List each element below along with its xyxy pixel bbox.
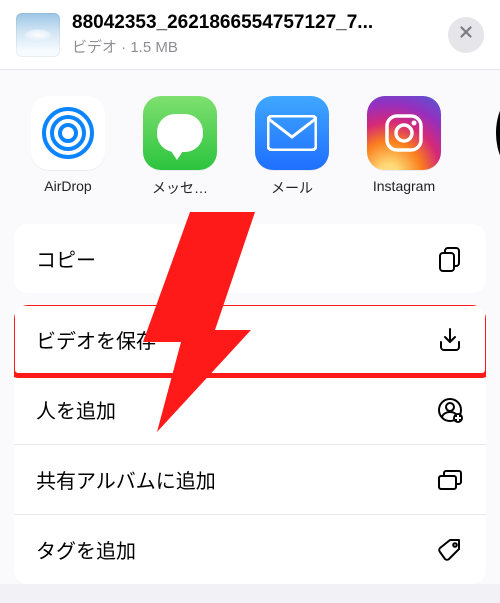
mail-icon xyxy=(255,96,329,170)
file-title: 88042353_2621866554757127_7... xyxy=(72,12,438,34)
app-messages[interactable]: メッセ… xyxy=(136,96,224,198)
app-overflow-icon xyxy=(496,96,500,170)
action-add-tags[interactable]: タグを追加 xyxy=(14,514,486,584)
messages-icon xyxy=(143,96,217,170)
close-button[interactable] xyxy=(448,17,484,53)
action-save-video[interactable]: ビデオを保存 xyxy=(14,305,486,374)
action-shared-album[interactable]: 共有アルバムに追加 xyxy=(14,444,486,514)
download-icon xyxy=(436,326,464,354)
app-label: メール xyxy=(248,178,336,198)
action-label: 人を追加 xyxy=(36,395,116,424)
app-overflow[interactable] xyxy=(472,96,500,198)
actions-group-1: コピー xyxy=(14,224,486,293)
action-label: コピー xyxy=(36,244,96,273)
action-copy[interactable]: コピー xyxy=(14,224,486,293)
copy-icon xyxy=(436,245,464,273)
header-text: 88042353_2621866554757127_7... ビデオ · 1.5… xyxy=(72,12,438,57)
share-sheet-header: 88042353_2621866554757127_7... ビデオ · 1.5… xyxy=(0,0,500,70)
app-label: メッセ… xyxy=(136,178,224,198)
app-airdrop[interactable]: AirDrop xyxy=(24,96,112,198)
action-add-people[interactable]: 人を追加 xyxy=(14,374,486,444)
action-label: 共有アルバムに追加 xyxy=(36,465,216,494)
airdrop-icon xyxy=(31,96,105,170)
app-mail[interactable]: メール xyxy=(248,96,336,198)
tag-icon xyxy=(436,536,464,564)
share-apps-row: AirDrop メッセ… メール Instagram xyxy=(0,76,500,210)
app-instagram[interactable]: Instagram xyxy=(360,96,448,198)
close-icon xyxy=(457,23,475,46)
file-subtitle: ビデオ · 1.5 MB xyxy=(72,36,438,57)
share-sheet-body: AirDrop メッセ… メール Instagram コピー xyxy=(0,70,500,584)
app-label: Instagram xyxy=(360,178,448,194)
shared-album-icon xyxy=(436,466,464,494)
action-label: ビデオを保存 xyxy=(36,325,156,354)
action-label: タグを追加 xyxy=(36,535,136,564)
instagram-icon xyxy=(367,96,441,170)
file-thumbnail xyxy=(16,13,60,57)
app-label: AirDrop xyxy=(24,178,112,194)
actions-group-2: ビデオを保存 人を追加 共有アルバムに追加 タグを追加 xyxy=(14,305,486,584)
add-people-icon xyxy=(436,396,464,424)
